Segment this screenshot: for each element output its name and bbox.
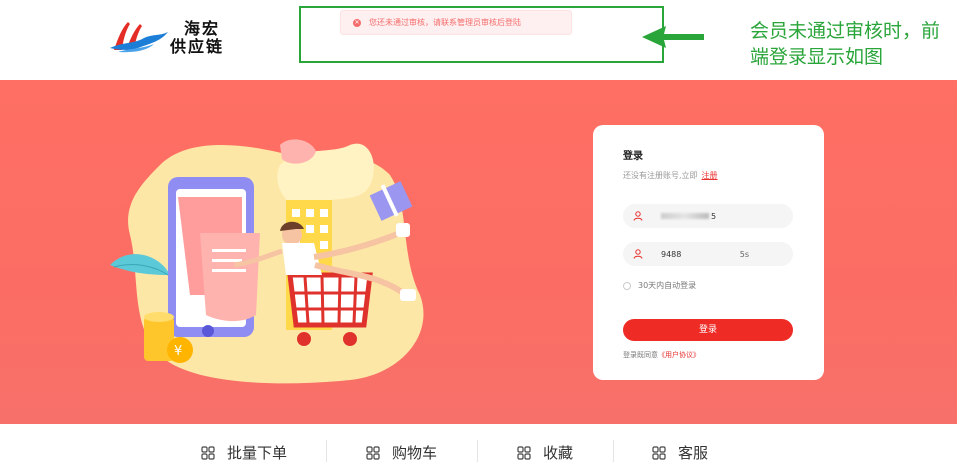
grid-icon: [201, 445, 215, 460]
nav-label: 购物车: [392, 444, 438, 462]
login-card: 登录 还没有注册账号,立即 注册 5 9488 5s 30天内自动登录 登录 登…: [593, 125, 824, 380]
logo-mark-icon: [110, 22, 168, 53]
grid-icon: [517, 445, 531, 460]
annotation-note: 会员未通过审核时，前端登录显示如图: [750, 20, 941, 68]
shopping-illustration: ¥: [110, 139, 424, 384]
username-field[interactable]: 5: [623, 204, 793, 228]
agreement-prefix: 登录既同意: [623, 351, 658, 359]
username-suffix: 5: [711, 211, 717, 221]
logo-line2: 供应链: [170, 37, 225, 56]
countdown-timer: 5s: [739, 249, 749, 259]
login-button[interactable]: 登录: [623, 319, 793, 341]
grid-icon: [366, 445, 380, 460]
grid-icon: [652, 445, 666, 460]
masked-username: [661, 213, 709, 219]
remember-me-option[interactable]: 30天内自动登录: [623, 280, 696, 291]
error-close-icon[interactable]: ✕: [353, 18, 361, 27]
error-toast: ✕ 您还未通过审核，请联系管理员审核后登陆: [340, 10, 572, 35]
svg-text:¥: ¥: [174, 344, 182, 359]
nav-favorites[interactable]: 收藏: [517, 442, 573, 463]
logo-line1: 海宏: [184, 19, 221, 38]
nav-label: 批量下单: [227, 444, 288, 462]
nav-cart[interactable]: 购物车: [366, 442, 437, 463]
nav-label: 客服: [678, 444, 709, 462]
username-value: 5: [661, 212, 716, 221]
annotation-arrow-icon: [642, 26, 704, 48]
logo[interactable]: 海宏 供应链: [108, 18, 258, 58]
nav-bulk-order[interactable]: 批量下单: [201, 442, 287, 463]
nav-divider: [477, 440, 478, 462]
bottom-nav: 批量下单 购物车 收藏 客服: [0, 424, 957, 474]
remember-radio[interactable]: [623, 281, 631, 290]
no-account-text: 还没有注册账号,立即: [623, 171, 698, 180]
page: 海宏 供应链 ✕ 您还未通过审核，请联系管理员审核后登陆 会员未通过审核时，前端…: [0, 0, 957, 474]
nav-divider: [326, 440, 327, 462]
header: 海宏 供应链 ✕ 您还未通过审核，请联系管理员审核后登陆 会员未通过审核时，前端…: [0, 0, 957, 80]
register-prompt: 还没有注册账号,立即 注册: [623, 170, 718, 181]
logo-text: 海宏 供应链: [170, 19, 224, 56]
nav-divider: [613, 440, 614, 462]
register-link[interactable]: 注册: [702, 171, 718, 180]
password-field[interactable]: 9488 5s: [623, 242, 793, 266]
error-message: 您还未通过审核，请联系管理员审核后登陆: [369, 18, 521, 27]
nav-customer-service[interactable]: 客服: [652, 442, 708, 463]
user-icon: [633, 211, 643, 221]
remember-label: 30天内自动登录: [638, 281, 697, 290]
login-title: 登录: [623, 151, 643, 162]
nav-label: 收藏: [543, 444, 574, 462]
password-value: 9488: [661, 249, 682, 259]
user-agreement-link[interactable]: 《用户协议》: [658, 351, 700, 359]
hero-banner: ¥ 登录 还没有注册账号,立即 注册 5 9488 5s 30天内自动登录 登录…: [0, 80, 957, 424]
user-icon: [633, 249, 643, 259]
agreement-line: 登录既同意《用户协议》: [623, 350, 700, 360]
